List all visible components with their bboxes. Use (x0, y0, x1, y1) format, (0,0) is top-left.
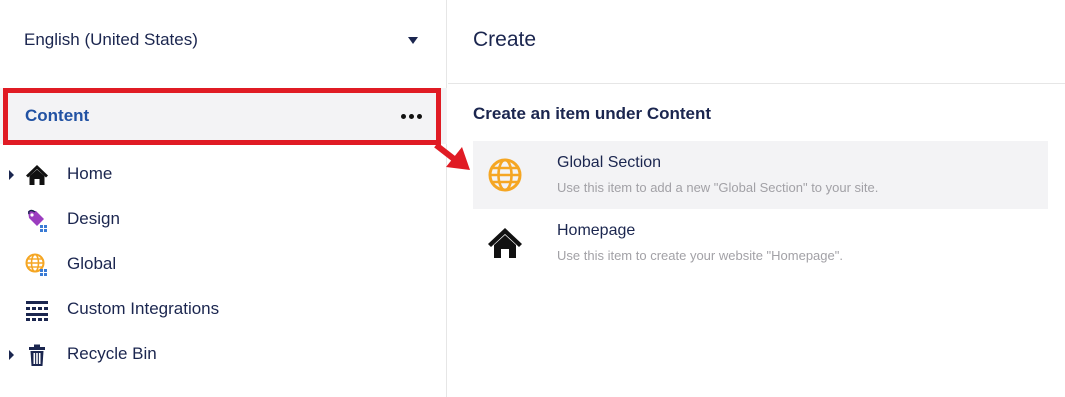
tree-item-label: Recycle Bin (67, 344, 157, 363)
grid-icon (26, 301, 48, 321)
option-description: Use this item to add a new "Global Secti… (557, 180, 879, 195)
tree-item-design[interactable]: Design (0, 200, 447, 240)
section-title: Create an item under Content (473, 104, 712, 123)
tree-item-label: Global (67, 254, 117, 273)
language-selector[interactable]: English (United States) (0, 0, 447, 80)
tree-item-label: Design (67, 209, 120, 228)
expand-caret-icon[interactable] (9, 170, 14, 180)
house-icon (488, 228, 522, 258)
option-description: Use this item to create your website "Ho… (557, 248, 843, 263)
paint-tag-icon (28, 209, 47, 232)
globe-icon (488, 158, 522, 192)
tree-item-label: Custom Integrations (67, 299, 220, 318)
panel-header: Create (448, 0, 1065, 84)
globe-icon (25, 253, 47, 276)
create-option-homepage[interactable]: Homepage Use this item to create your we… (473, 209, 1048, 277)
sidebar: English (United States) Content Home Des… (0, 0, 447, 397)
expand-caret-icon[interactable] (9, 350, 14, 360)
panel-title: Create (473, 28, 537, 51)
tree-item-label: Home (67, 164, 113, 183)
tree-item-global[interactable]: Global (0, 245, 447, 285)
tree-item-custom-integrations[interactable]: Custom Integrations (0, 290, 447, 330)
option-name: Global Section (557, 154, 662, 171)
house-icon (26, 165, 48, 185)
create-option-global-section[interactable]: Global Section Use this item to add a ne… (473, 141, 1048, 209)
tree-root-label: Content (25, 106, 90, 125)
chevron-down-icon[interactable] (408, 37, 418, 44)
option-name: Homepage (557, 222, 636, 239)
language-label: English (United States) (24, 30, 198, 49)
tree-item-recycle-bin[interactable]: Recycle Bin (0, 335, 447, 375)
trash-icon (29, 344, 45, 366)
tree-item-home[interactable]: Home (0, 155, 447, 195)
more-actions-icon[interactable] (401, 114, 422, 119)
tree-root-content[interactable]: Content (0, 88, 447, 144)
